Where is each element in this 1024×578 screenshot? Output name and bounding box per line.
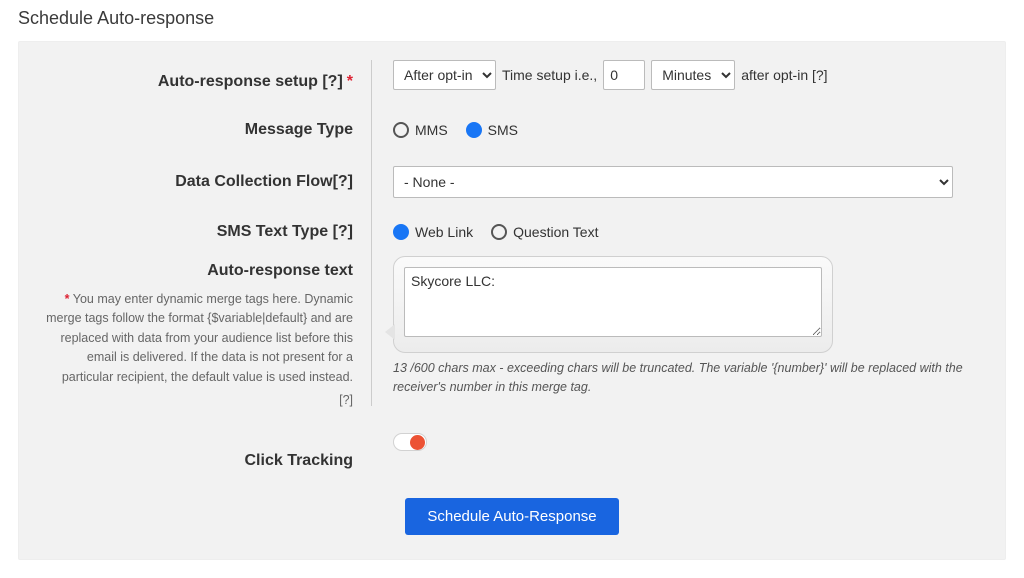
after-opt-in-text: after opt-in [?] (741, 67, 827, 83)
radio-circle-icon (491, 224, 507, 240)
radio-web-link[interactable]: Web Link (393, 224, 473, 240)
data-collection-flow-label: Data Collection Flow[?] (175, 173, 353, 191)
sms-text-type-radio-group: Web Link Question Text (393, 224, 598, 240)
column-divider (371, 60, 372, 406)
auto-response-text-label: Auto-response text (207, 262, 353, 280)
toggle-knob (410, 435, 425, 450)
message-type-label: Message Type (245, 121, 353, 139)
auto-response-textarea[interactable]: Skycore LLC: (404, 267, 822, 337)
radio-mms[interactable]: MMS (393, 122, 448, 138)
page-title: Schedule Auto-response (18, 8, 1006, 29)
char-counter-hint: 13 /600 chars max - exceeding chars will… (393, 359, 983, 397)
radio-question-text[interactable]: Question Text (491, 224, 598, 240)
required-marker: * (347, 73, 353, 91)
radio-circle-icon (466, 122, 482, 138)
click-tracking-toggle[interactable] (393, 433, 427, 451)
message-type-radio-group: MMS SMS (393, 122, 518, 138)
data-collection-flow-select[interactable]: - None - (393, 166, 953, 198)
radio-circle-icon (393, 224, 409, 240)
when-select[interactable]: After opt-in (393, 60, 496, 90)
merge-tags-hint: * You may enter dynamic merge tags here.… (41, 290, 353, 387)
time-setup-label: Time setup i.e., (502, 67, 597, 83)
radio-sms[interactable]: SMS (466, 122, 518, 138)
radio-circle-icon (393, 122, 409, 138)
form-panel: Auto-response setup [?] * Message Type D… (18, 41, 1006, 560)
schedule-auto-response-button[interactable]: Schedule Auto-Response (405, 498, 618, 535)
merge-tags-hint-help: [?] (41, 391, 353, 410)
time-value-input[interactable] (603, 60, 645, 90)
sms-text-type-label: SMS Text Type [?] (217, 223, 353, 241)
message-bubble: Skycore LLC: (393, 256, 833, 353)
time-unit-select[interactable]: Minutes (651, 60, 735, 90)
auto-response-setup-label: Auto-response setup [?] (158, 73, 343, 91)
click-tracking-label: Click Tracking (245, 452, 354, 470)
